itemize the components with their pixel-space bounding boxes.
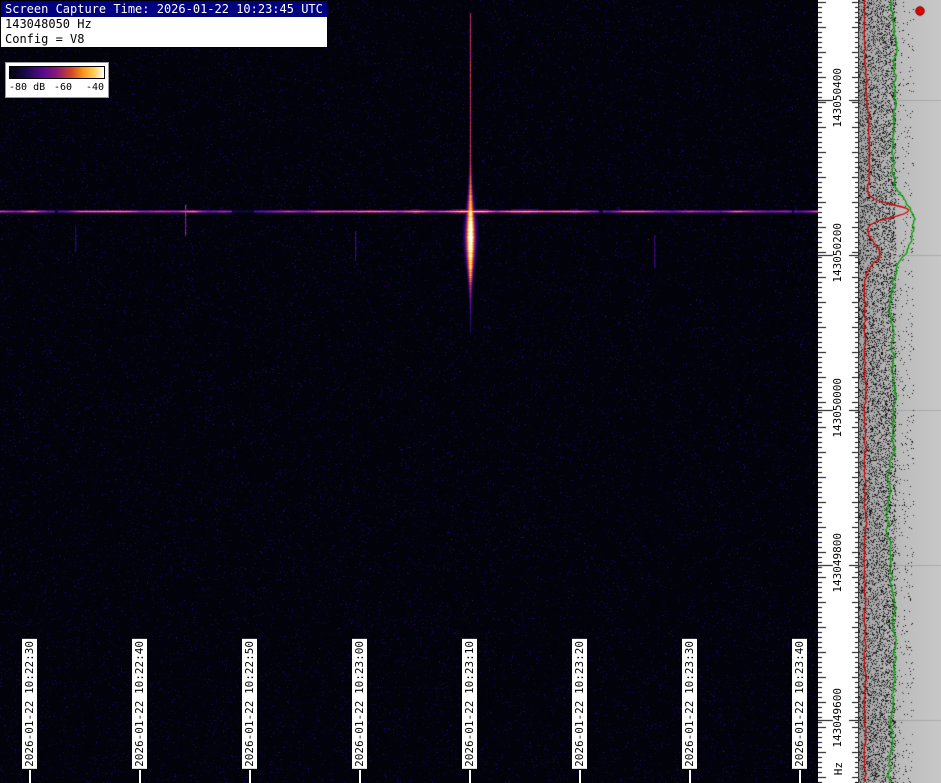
time-tick-mark	[799, 770, 801, 783]
freq-tick-label: 143050000	[831, 378, 844, 438]
time-tick-mark	[29, 770, 31, 783]
time-tick-label: 2026-01-22 10:22:50	[242, 639, 257, 769]
colorbar-gradient	[9, 66, 105, 79]
spectrum-panel-canvas	[858, 0, 941, 783]
time-tick-label: 2026-01-22 10:22:40	[132, 639, 147, 769]
center-frequency-label: 143048050 Hz	[5, 17, 92, 31]
time-tick-mark	[469, 770, 471, 783]
colorbar-max-label: -40	[85, 82, 104, 93]
time-tick-mark	[579, 770, 581, 783]
time-tick-label: 2026-01-22 10:23:00	[352, 639, 367, 769]
freq-tick-label: 143050400	[831, 68, 844, 128]
capture-info-box: Screen Capture Time: 2026-01-22 10:23:45…	[0, 0, 328, 48]
time-tick-label: 2026-01-22 10:23:30	[682, 639, 697, 769]
freq-unit-label: Hz	[832, 761, 845, 775]
time-tick-mark	[139, 770, 141, 783]
time-tick-mark	[689, 770, 691, 783]
freq-tick-label: 143050200	[831, 223, 844, 283]
config-label: Config = V8	[5, 32, 85, 46]
time-tick-label: 2026-01-22 10:23:20	[572, 639, 587, 769]
colorbar-mid-label: -60	[54, 82, 73, 93]
time-tick-label: 2026-01-22 10:23:40	[792, 639, 807, 769]
time-tick-label: 2026-01-22 10:22:30	[22, 639, 37, 769]
time-tick-label: 2026-01-22 10:23:10	[462, 639, 477, 769]
frequency-axis: 143050400 143050200 143050000 143049800 …	[818, 0, 858, 783]
freq-tick-label: 143049600	[831, 688, 844, 748]
freq-tick-label: 143049800	[831, 533, 844, 593]
time-tick-mark	[359, 770, 361, 783]
time-tick-mark	[249, 770, 251, 783]
intensity-colorbar: -80 dB -60 -40	[5, 62, 109, 98]
colorbar-min-label: -80 dB	[9, 82, 46, 93]
capture-time-label: Screen Capture Time: 2026-01-22 10:23:45…	[1, 1, 327, 17]
spectrogram-app: 2026-01-22 10:22:30 2026-01-22 10:22:40 …	[0, 0, 941, 783]
